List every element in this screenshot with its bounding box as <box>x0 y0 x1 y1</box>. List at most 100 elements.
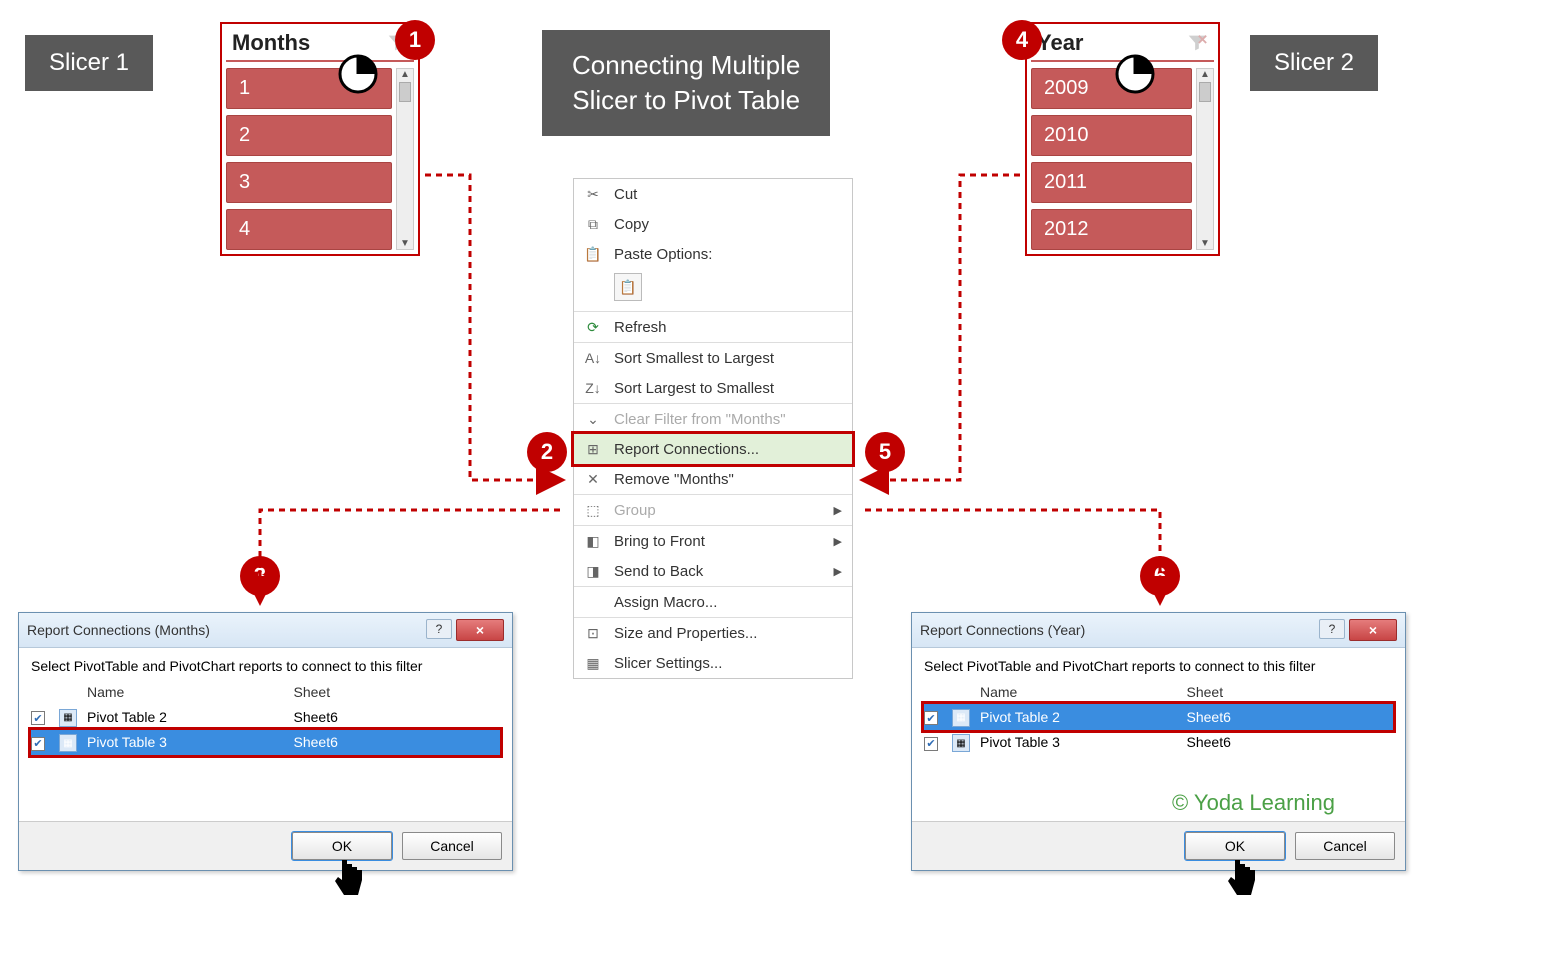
menu-slicer-settings[interactable]: ▦ Slicer Settings... <box>574 648 852 678</box>
step-badge-2: 2 <box>527 432 567 472</box>
right-click-cursor-icon <box>1115 54 1155 94</box>
menu-label: Sort Largest to Smallest <box>614 380 774 397</box>
copyright: © Yoda Learning <box>1172 790 1335 816</box>
menu-label: Remove "Months" <box>614 471 734 488</box>
scroll-down-icon[interactable]: ▼ <box>1200 238 1210 249</box>
row-sheet: Sheet6 <box>1187 734 1394 750</box>
slicer-item[interactable]: 4 <box>226 209 392 250</box>
menu-sort-desc[interactable]: Z↓ Sort Largest to Smallest <box>574 373 852 403</box>
menu-remove[interactable]: ✕ Remove "Months" <box>574 464 852 494</box>
remove-icon: ✕ <box>584 470 602 488</box>
slicer-scrollbar[interactable]: ▲ ▼ <box>1196 68 1214 250</box>
menu-label: Copy <box>614 216 649 233</box>
slicer-item[interactable]: 3 <box>226 162 392 203</box>
checkbox[interactable]: ✔ <box>31 737 45 751</box>
menu-label: Bring to Front <box>614 533 705 550</box>
title-line-1: Connecting Multiple <box>572 48 800 83</box>
report-connections-icon: ⊞ <box>584 440 602 458</box>
dialog-instruction: Select PivotTable and PivotChart reports… <box>31 658 500 674</box>
slicer-months[interactable]: Months 1 2 3 4 ▲ ▼ <box>220 22 420 256</box>
cancel-button[interactable]: Cancel <box>1295 832 1395 860</box>
label-slicer-2: Slicer 2 <box>1250 35 1378 91</box>
dialog-close-button[interactable]: × <box>1349 619 1397 641</box>
scroll-thumb[interactable] <box>1199 82 1211 102</box>
scroll-thumb[interactable] <box>399 82 411 102</box>
checkbox[interactable]: ✔ <box>924 737 938 751</box>
slicer-months-title: Months <box>232 30 310 56</box>
menu-refresh[interactable]: ⟳ Refresh <box>574 311 852 342</box>
right-click-cursor-icon <box>338 54 378 94</box>
menu-clear-filter: ⌄ Clear Filter from "Months" <box>574 403 852 434</box>
pivottable-icon: ▦ <box>59 734 77 752</box>
column-name: Name <box>980 684 1187 700</box>
dialog-help-button[interactable]: ? <box>426 619 452 639</box>
dialog-help-button[interactable]: ? <box>1319 619 1345 639</box>
row-name: Pivot Table 3 <box>87 734 294 750</box>
slicer-settings-icon: ▦ <box>584 654 602 672</box>
menu-copy[interactable]: ⧉ Copy <box>574 209 852 239</box>
column-sheet: Sheet <box>1187 684 1394 700</box>
step-badge-1: 1 <box>395 20 435 60</box>
menu-label: Refresh <box>614 319 667 336</box>
menu-label: Paste Options: <box>614 246 712 263</box>
slicer-item[interactable]: 2 <box>226 115 392 156</box>
submenu-arrow-icon: ▶ <box>834 504 842 517</box>
cut-icon: ✂ <box>584 185 602 203</box>
slicer-item[interactable]: 2012 <box>1031 209 1192 250</box>
dialog-instruction: Select PivotTable and PivotChart reports… <box>924 658 1393 674</box>
menu-group: ⬚ Group ▶ <box>574 494 852 525</box>
checkbox[interactable]: ✔ <box>31 711 45 725</box>
context-menu: ✂ Cut ⧉ Copy 📋 Paste Options: 📋 ⟳ Refres… <box>573 178 853 679</box>
send-back-icon: ◨ <box>584 562 602 580</box>
slicer-item[interactable]: 2009 <box>1031 68 1192 109</box>
submenu-arrow-icon: ▶ <box>834 565 842 578</box>
menu-report-connections[interactable]: ⊞ Report Connections... <box>574 434 852 464</box>
row-name: Pivot Table 3 <box>980 734 1187 750</box>
menu-bring-front[interactable]: ◧ Bring to Front ▶ <box>574 525 852 556</box>
cancel-button[interactable]: Cancel <box>402 832 502 860</box>
row-name: Pivot Table 2 <box>87 709 294 725</box>
table-row[interactable]: ✔ ▦ Pivot Table 3 Sheet6 <box>924 730 1393 756</box>
pivottable-icon: ▦ <box>59 709 77 727</box>
clear-filter-icon[interactable] <box>1186 32 1208 54</box>
step-badge-5: 5 <box>865 432 905 472</box>
dialog-close-button[interactable]: × <box>456 619 504 641</box>
pivottable-icon: ▦ <box>952 709 970 727</box>
dialog-report-connections-months: Report Connections (Months) ? × Select P… <box>18 612 513 871</box>
sort-asc-icon: A↓ <box>584 349 602 367</box>
menu-paste-options: 📋 Paste Options: <box>574 239 852 269</box>
slicer-item[interactable]: 2011 <box>1031 162 1192 203</box>
column-sheet: Sheet <box>294 684 501 700</box>
step-badge-4: 4 <box>1002 20 1042 60</box>
checkbox[interactable]: ✔ <box>924 711 938 725</box>
diagram-title: Connecting Multiple Slicer to Pivot Tabl… <box>542 30 830 136</box>
pointer-hand-icon <box>330 855 370 905</box>
menu-size-properties[interactable]: ⊡ Size and Properties... <box>574 617 852 648</box>
table-row[interactable]: ✔ ▦ Pivot Table 2 Sheet6 <box>31 704 500 730</box>
menu-send-back[interactable]: ◨ Send to Back ▶ <box>574 556 852 586</box>
slicer-scrollbar[interactable]: ▲ ▼ <box>396 68 414 250</box>
table-row[interactable]: ✔ ▦ Pivot Table 2 Sheet6 <box>924 704 1393 730</box>
slicer-item[interactable]: 2010 <box>1031 115 1192 156</box>
paste-option-button[interactable]: 📋 <box>614 273 642 301</box>
clear-filter-icon: ⌄ <box>584 410 602 428</box>
scroll-up-icon[interactable]: ▲ <box>400 69 410 80</box>
menu-assign-macro[interactable]: Assign Macro... <box>574 586 852 617</box>
copy-icon: ⧉ <box>584 215 602 233</box>
menu-label: Group <box>614 502 656 519</box>
table-row[interactable]: ✔ ▦ Pivot Table 3 Sheet6 <box>31 730 500 756</box>
group-icon: ⬚ <box>584 501 602 519</box>
scroll-down-icon[interactable]: ▼ <box>400 238 410 249</box>
menu-sort-asc[interactable]: A↓ Sort Smallest to Largest <box>574 342 852 373</box>
menu-cut[interactable]: ✂ Cut <box>574 179 852 209</box>
row-name: Pivot Table 2 <box>980 709 1187 725</box>
size-props-icon: ⊡ <box>584 624 602 642</box>
column-name: Name <box>87 684 294 700</box>
slicer-year-title: Year <box>1037 30 1084 56</box>
paste-icon: 📋 <box>584 245 602 263</box>
scroll-up-icon[interactable]: ▲ <box>1200 69 1210 80</box>
menu-label: Assign Macro... <box>614 594 717 611</box>
row-sheet: Sheet6 <box>1187 709 1394 725</box>
menu-label: Send to Back <box>614 563 703 580</box>
macro-icon <box>584 593 602 611</box>
